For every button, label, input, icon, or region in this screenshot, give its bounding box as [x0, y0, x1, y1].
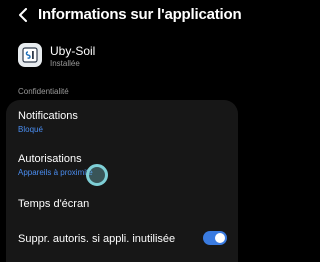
- app-logo-icon: [18, 43, 42, 67]
- page-title: Informations sur l'application: [38, 6, 242, 23]
- touch-indicator: [86, 164, 108, 186]
- permissions-title: Autorisations: [18, 153, 82, 165]
- screen-time-title: Temps d'écran: [18, 198, 90, 210]
- remove-permissions-toggle[interactable]: [203, 231, 227, 245]
- top-bar: Informations sur l'application: [0, 0, 244, 30]
- settings-card: Notifications Bloqué Autorisations Appar…: [6, 100, 238, 262]
- app-install-status: Installée: [50, 59, 80, 68]
- notifications-title: Notifications: [18, 110, 78, 122]
- screen-time-item[interactable]: Temps d'écran: [6, 186, 238, 220]
- app-info-row: Uby-Soil Installée: [18, 43, 228, 73]
- notifications-item[interactable]: Notifications Bloqué: [6, 100, 238, 142]
- remove-permissions-title: Suppr. autoris. si appli. inutilisée: [18, 233, 176, 245]
- app-name: Uby-Soil: [50, 44, 96, 58]
- permissions-summary: Appareils à proximité: [18, 168, 93, 177]
- section-label-privacy: Confidentialité: [18, 87, 69, 96]
- permissions-item[interactable]: Autorisations Appareils à proximité: [6, 142, 238, 186]
- toggle-knob: [215, 233, 225, 243]
- back-arrow-icon[interactable]: [16, 8, 30, 22]
- notifications-status: Bloqué: [18, 125, 43, 134]
